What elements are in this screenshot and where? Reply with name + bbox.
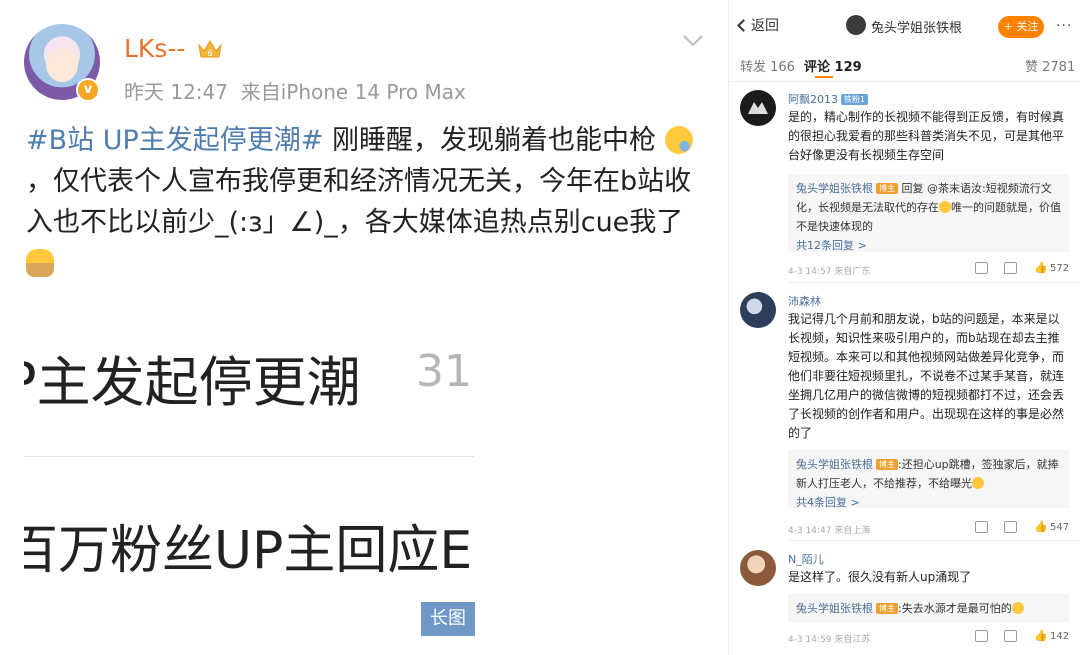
reply-preview[interactable]: 兔头学姐张铁根 博主:还担心up跳槽，签独家后，就捧新人打压老人，不给推荐，不给曝… [788, 450, 1069, 509]
back-arrow-icon [737, 19, 750, 32]
comment-time: 4-3 14:47 来自上海 [788, 526, 871, 536]
sweat-emoji-icon [664, 126, 693, 154]
zoom-text-2: 百万粉丝UP主回应E [24, 521, 473, 581]
more-replies-link: 共12条回复 > [796, 239, 867, 252]
follow-button[interactable]: + 关注 [998, 16, 1044, 38]
like-icon[interactable]: 👍 [1034, 261, 1048, 274]
reply-author: 兔头学姐张铁根 [796, 602, 873, 615]
author-badge: 博主 [876, 183, 898, 194]
comment-author[interactable]: 阿飘2013 铁粉1 [788, 91, 869, 107]
author-avatar[interactable] [846, 15, 866, 35]
crown-icon: 6 [198, 40, 222, 58]
comment-time: 4-3 14:57 来自广东 [788, 267, 871, 277]
tab-like[interactable]: 赞 2781 [1025, 56, 1075, 75]
comment-text: 是这样了。很久没有新人up涌现了 [788, 570, 972, 584]
share-icon[interactable] [975, 630, 988, 642]
smile-emoji-icon [972, 477, 984, 489]
post-text-2: ，仅代表个人宣布我停更和经济情况无关，今年在b站收入也不比以前少_(:з」∠)_… [26, 166, 692, 238]
back-button[interactable]: 返回 [737, 15, 779, 35]
original-post-panel: v LKs-- 6 昨天 12:47 来自iPhone 14 Pro Max #… [0, 0, 728, 655]
reply-author: 兔头学姐张铁根 [796, 182, 873, 195]
like-icon[interactable]: 👍 [1034, 629, 1048, 642]
comment-icon[interactable] [1004, 521, 1017, 533]
divider [788, 540, 1080, 541]
avatar[interactable] [740, 90, 776, 126]
comment-footer: 4-3 14:59 来自江苏 👍 142 [788, 629, 1070, 645]
more-replies-link: 共4条回复 > [796, 496, 860, 509]
zoomed-image-headline-1: P主发起停更潮 312 [24, 336, 474, 416]
like-count: 547 [1050, 522, 1070, 533]
avatar[interactable] [740, 292, 776, 328]
avatar-art-icon [748, 102, 768, 114]
comment-text: 我记得几个月前和朋友说，b站的问题是，本来是以长视频，知识性来吸引用户的，而b站… [788, 312, 1065, 440]
zoom-number-1: 312 [416, 346, 474, 397]
vip-level: 6 [207, 49, 212, 58]
comment-footer: 4-3 14:47 来自上海 👍 547 [788, 520, 1070, 536]
share-icon[interactable] [975, 262, 988, 274]
comment-icon[interactable] [1004, 630, 1017, 642]
top-nav: 返回 兔头学姐张铁根 + 关注 ··· [729, 0, 1080, 46]
comments-panel: 返回 兔头学姐张铁根 + 关注 ··· 转发 166 评论 129 赞 2781… [728, 0, 1080, 655]
divider [24, 456, 474, 457]
long-image-badge[interactable]: 长图 [421, 602, 475, 636]
author-badge: 博主 [876, 459, 898, 470]
page-title[interactable]: 兔头学姐张铁根 [871, 17, 962, 36]
comment-time: 4-3 14:59 来自江苏 [788, 635, 871, 645]
like-count: 572 [1050, 263, 1070, 274]
more-options-icon[interactable]: ··· [1056, 18, 1072, 34]
comment-author[interactable]: 沛森林 [788, 293, 821, 309]
tab-comment[interactable]: 评论 129 [804, 56, 862, 75]
post-text-1: 刚睡醒，发现躺着也能中枪 [323, 125, 656, 156]
like-count: 142 [1050, 631, 1070, 642]
active-tab-indicator [815, 76, 833, 78]
comment-author[interactable]: N_陌儿 [788, 551, 824, 567]
post-meta: 昨天 12:47 来自iPhone 14 Pro Max [124, 76, 466, 105]
sitting-emoji-icon [26, 249, 54, 277]
avatar-face [46, 48, 78, 82]
smile-emoji-icon [1011, 602, 1024, 614]
fan-badge: 铁粉1 [841, 94, 869, 105]
comment-footer: 4-3 14:57 来自广东 👍 572 [788, 261, 1070, 277]
zoom-text-1: P主发起停更潮 [24, 351, 361, 414]
tab-bar: 转发 166 评论 129 赞 2781 [729, 46, 1080, 82]
zoomed-image-headline-2: 百万粉丝UP主回应E [24, 504, 474, 584]
post-source: 来自iPhone 14 Pro Max [240, 80, 466, 104]
post-time: 昨天 12:47 [124, 80, 228, 104]
avatar[interactable] [740, 550, 776, 586]
comment-icon[interactable] [1004, 262, 1017, 274]
verified-icon: v [76, 78, 100, 102]
tab-repost[interactable]: 转发 166 [740, 56, 795, 75]
smile-emoji-icon [939, 201, 951, 213]
reply-preview[interactable]: 兔头学姐张铁根 博主 回复 @茶末语汝:短视频流行文化，长视频是无法取代的存在 唯一… [788, 174, 1069, 252]
back-label: 返回 [751, 18, 779, 34]
reply-preview[interactable]: 兔头学姐张铁根 博主:失去水源才是最可怕的 [788, 594, 1069, 622]
like-icon[interactable]: 👍 [1034, 520, 1048, 533]
post-body: #B站 UP主发起停更潮# 刚睡醒，发现躺着也能中枪 ，仅代表个人宣布我停更和经… [26, 120, 706, 284]
chevron-down-icon[interactable] [682, 34, 704, 48]
comment-text: 是的，精心制作的长视频不能得到正反馈，有时候真的很担心我爱看的那些科普类消失不见… [788, 110, 1065, 162]
username[interactable]: LKs-- [124, 34, 185, 63]
hashtag-link[interactable]: #B站 UP主发起停更潮# [26, 125, 323, 156]
reply-text: :失去水源才是最可怕的 [898, 602, 1012, 615]
author-badge: 博主 [876, 603, 898, 614]
reply-author: 兔头学姐张铁根 [796, 458, 873, 471]
share-icon[interactable] [975, 521, 988, 533]
divider [788, 282, 1080, 283]
